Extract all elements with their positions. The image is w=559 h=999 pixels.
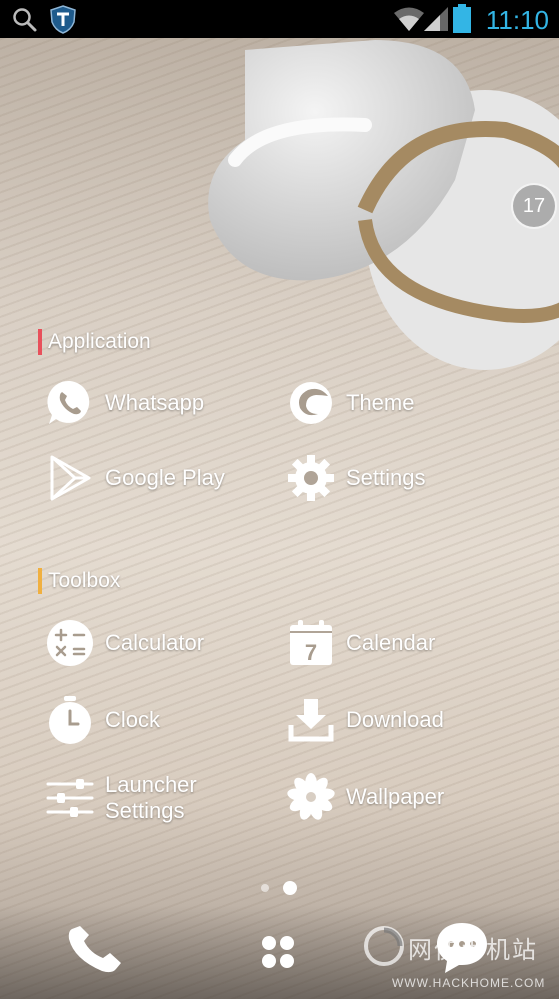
calendar-icon-day: 7 bbox=[305, 640, 317, 665]
wifi-icon bbox=[394, 7, 424, 31]
theme-icon bbox=[286, 378, 336, 428]
app-label: Theme bbox=[346, 390, 415, 415]
app-label: Wallpaper bbox=[346, 784, 445, 809]
app-google-play[interactable]: Google Play bbox=[45, 450, 225, 506]
app-launcher-settings[interactable]: Launcher Settings bbox=[45, 769, 215, 827]
google-play-icon bbox=[45, 453, 95, 503]
app-label: Calculator bbox=[105, 630, 205, 655]
calculator-icon bbox=[45, 618, 95, 668]
app-label: Launcher Settings bbox=[105, 772, 197, 823]
app-label: Settings bbox=[346, 465, 426, 490]
app-download[interactable]: Download bbox=[286, 692, 444, 748]
app-calendar[interactable]: 7 Calendar bbox=[286, 615, 435, 671]
app-clock[interactable]: Clock bbox=[45, 692, 160, 748]
sliders-icon bbox=[45, 773, 95, 823]
page-indicator bbox=[261, 881, 297, 895]
shield-icon bbox=[50, 5, 76, 34]
app-label: Whatsapp bbox=[105, 390, 205, 415]
battery-icon bbox=[453, 4, 471, 33]
watermark-logo bbox=[364, 926, 404, 966]
phone-icon[interactable] bbox=[66, 925, 124, 975]
gear-icon bbox=[286, 453, 336, 503]
status-time: 11:10 bbox=[485, 5, 549, 35]
app-wallpaper[interactable]: Wallpaper bbox=[286, 769, 444, 825]
page-dot-active[interactable] bbox=[283, 881, 297, 895]
flower-icon bbox=[286, 772, 336, 822]
app-label: Calendar bbox=[346, 630, 436, 655]
app-theme[interactable]: Theme bbox=[286, 375, 414, 431]
app-label: Download bbox=[346, 707, 444, 732]
watermark-text: 网侠手机站 bbox=[408, 936, 538, 964]
status-bar: 11:10 bbox=[0, 0, 559, 38]
clock-icon bbox=[45, 695, 95, 745]
app-whatsapp[interactable]: Whatsapp bbox=[45, 375, 204, 431]
section-title-application: Application bbox=[38, 329, 151, 355]
download-icon bbox=[286, 695, 336, 745]
app-label: Clock bbox=[105, 707, 161, 732]
watermark: 网侠手机站 WWW.HACKHOME.COM bbox=[362, 924, 559, 999]
section-title-toolbox: Toolbox bbox=[38, 568, 120, 594]
watermark-url: WWW.HACKHOME.COM bbox=[392, 976, 546, 990]
calendar-icon: 7 bbox=[286, 618, 336, 668]
app-calculator[interactable]: Calculator bbox=[45, 615, 204, 671]
wallpaper-mug-image bbox=[208, 40, 559, 370]
page-dot[interactable] bbox=[261, 884, 269, 892]
whatsapp-icon bbox=[45, 378, 95, 428]
signal-icon bbox=[424, 7, 448, 31]
app-settings[interactable]: Settings bbox=[286, 450, 426, 506]
notification-count-badge[interactable]: 17 bbox=[511, 183, 557, 229]
app-label: Google Play bbox=[105, 465, 225, 490]
badge-count: 17 bbox=[522, 194, 546, 217]
app-drawer-icon[interactable] bbox=[260, 934, 296, 970]
search-icon bbox=[13, 8, 37, 32]
